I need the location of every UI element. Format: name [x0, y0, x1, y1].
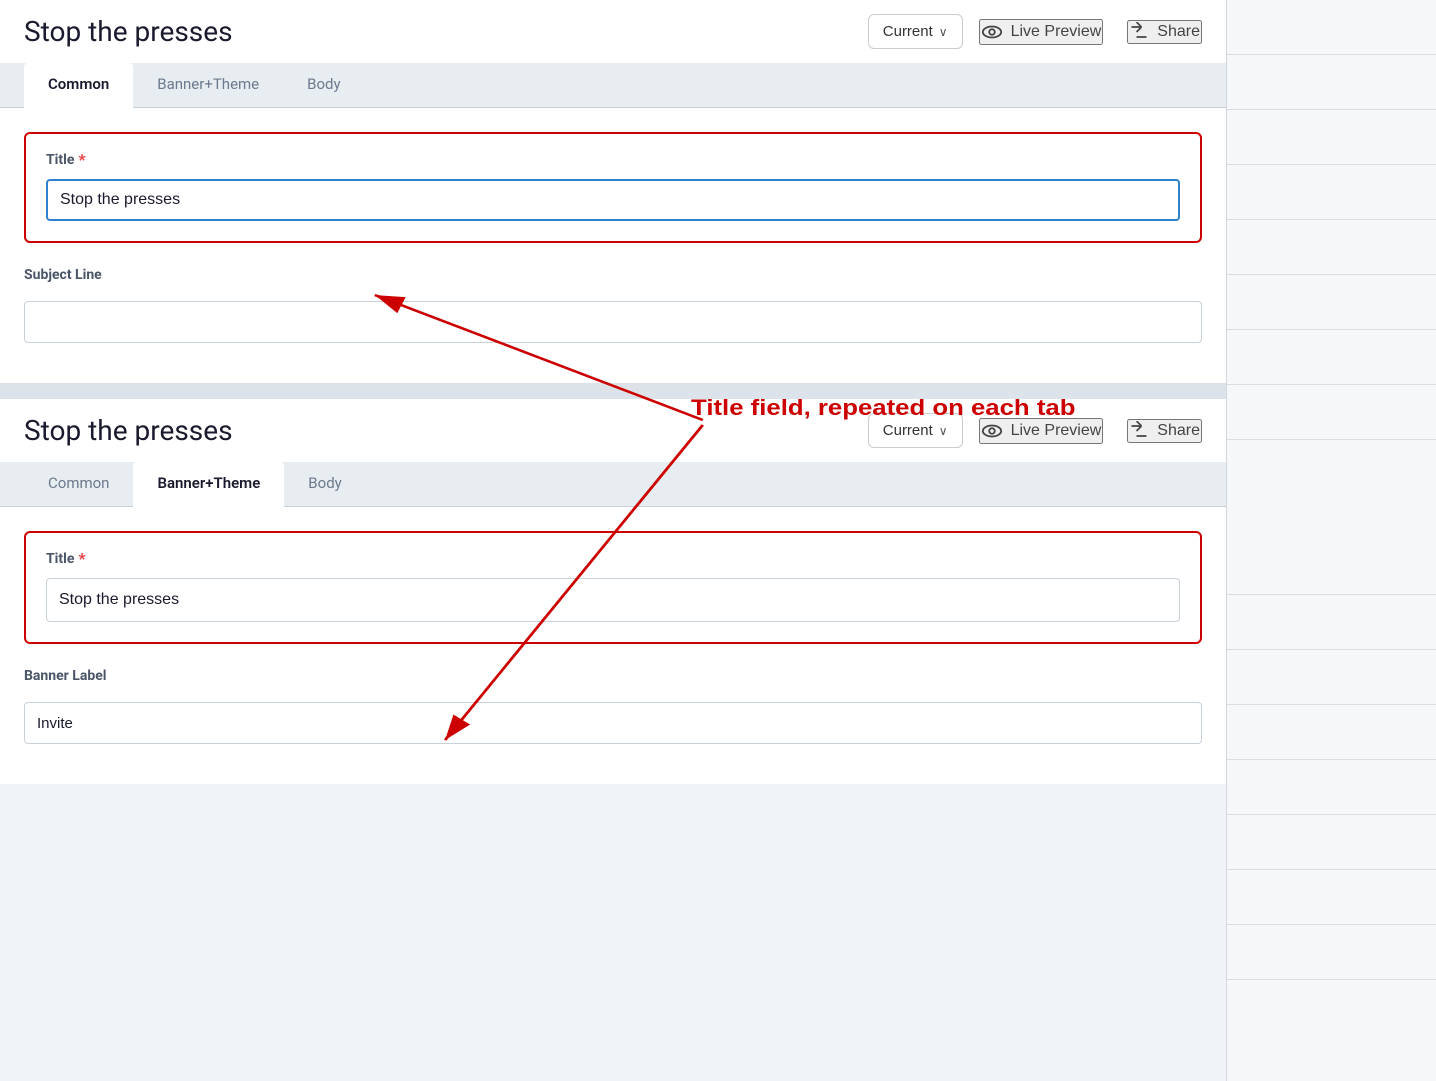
right-panel-row — [1227, 760, 1436, 815]
bottom-version-label: Current — [883, 422, 933, 439]
bottom-right-panel — [1226, 540, 1436, 1081]
top-title-required: * — [78, 150, 85, 169]
top-title-input[interactable] — [46, 179, 1180, 221]
bottom-share-label: Share — [1157, 422, 1200, 440]
right-panel-row — [1227, 870, 1436, 925]
bottom-version-dropdown[interactable]: Current ∨ — [868, 413, 963, 448]
top-title-label: Title * — [46, 150, 1180, 169]
top-content-area: Title * Subject Line — [0, 108, 1226, 383]
tab-common-bottom[interactable]: Common — [24, 462, 133, 506]
right-panel-row — [1227, 650, 1436, 705]
bottom-panel: Stop the presses Current ∨ Live Preview — [0, 391, 1226, 784]
tab-banner-theme-top[interactable]: Banner+Theme — [133, 63, 283, 107]
top-header-bar: Stop the presses Current ∨ Live Preview — [0, 0, 1226, 63]
bottom-header-bar: Stop the presses Current ∨ Live Preview — [0, 399, 1226, 462]
top-right-panel — [1226, 0, 1436, 540]
right-panel-row — [1227, 815, 1436, 870]
bottom-tabs-bar: Common Banner+Theme Body — [0, 462, 1226, 507]
bottom-chevron-down-icon: ∨ — [939, 424, 948, 438]
right-panel-row — [1227, 0, 1436, 55]
top-header-actions: Live Preview Share — [979, 19, 1202, 45]
top-subject-line-section: Subject Line — [24, 267, 1202, 359]
share-button[interactable]: Share — [1127, 20, 1202, 44]
bottom-title-input[interactable] — [46, 578, 1180, 622]
bottom-live-preview-button[interactable]: Live Preview — [979, 418, 1104, 444]
right-panel-row — [1227, 330, 1436, 385]
bottom-live-preview-label: Live Preview — [1011, 422, 1102, 440]
panel-divider — [0, 383, 1226, 391]
live-preview-label: Live Preview — [1011, 23, 1102, 41]
bottom-header-actions: Live Preview Share — [979, 418, 1202, 444]
top-title-section: Title * — [24, 132, 1202, 243]
live-preview-button[interactable]: Live Preview — [979, 19, 1104, 45]
bottom-share-button[interactable]: Share — [1127, 419, 1202, 443]
right-panel-row — [1227, 110, 1436, 165]
bottom-title-label: Title * — [46, 549, 1180, 568]
bottom-banner-input[interactable] — [24, 702, 1202, 744]
right-panel-row — [1227, 275, 1436, 330]
bottom-eye-icon — [981, 420, 1003, 442]
right-panel-row — [1227, 220, 1436, 275]
bottom-page-title: Stop the presses — [24, 414, 852, 447]
right-panel-row — [1227, 165, 1436, 220]
version-dropdown[interactable]: Current ∨ — [868, 14, 963, 49]
share-icon — [1129, 22, 1149, 42]
right-panel-row — [1227, 925, 1436, 980]
right-panel-row — [1227, 595, 1436, 650]
share-label: Share — [1157, 23, 1200, 41]
tab-body-bottom[interactable]: Body — [284, 462, 365, 506]
top-subject-line-input[interactable] — [24, 301, 1202, 343]
tab-body-top[interactable]: Body — [283, 63, 364, 107]
bottom-banner-label-section: Banner Label — [24, 668, 1202, 760]
top-panel: Stop the presses Current ∨ Live Preview — [0, 0, 1226, 383]
right-panel-row — [1227, 385, 1436, 440]
right-panel-row — [1227, 540, 1436, 595]
tab-common-top[interactable]: Common — [24, 63, 133, 108]
bottom-title-required: * — [78, 549, 85, 568]
right-panel-row — [1227, 55, 1436, 110]
bottom-content-area: Title * Banner Label — [0, 507, 1226, 784]
page-title: Stop the presses — [24, 15, 852, 48]
top-subject-line-label: Subject Line — [24, 267, 1202, 283]
chevron-down-icon: ∨ — [939, 25, 948, 39]
bottom-share-icon — [1129, 421, 1149, 441]
eye-icon — [981, 21, 1003, 43]
version-label: Current — [883, 23, 933, 40]
tab-banner-theme-bottom[interactable]: Banner+Theme — [133, 462, 284, 507]
right-panel-row — [1227, 705, 1436, 760]
top-tabs-bar: Common Banner+Theme Body — [0, 63, 1226, 108]
bottom-banner-label: Banner Label — [24, 668, 1202, 684]
bottom-title-section: Title * — [24, 531, 1202, 644]
